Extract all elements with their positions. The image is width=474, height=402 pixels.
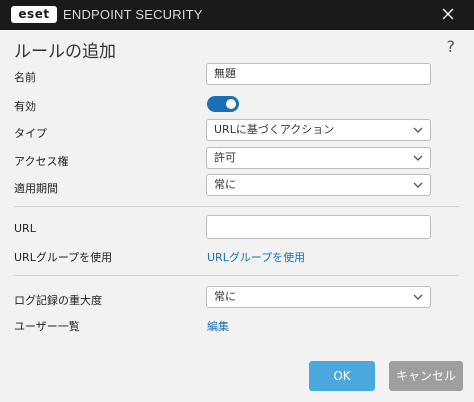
edit-users-link[interactable]: 編集 xyxy=(207,318,229,334)
dialog-title: ルールの追加 xyxy=(14,42,116,62)
log-severity-select[interactable]: 常に xyxy=(206,286,431,308)
period-label: 適用期間 xyxy=(14,182,58,195)
close-icon xyxy=(442,8,454,20)
access-label: アクセス権 xyxy=(14,155,69,168)
title-bar: eset ENDPOINT SECURITY xyxy=(0,0,474,30)
access-select[interactable]: 許可 xyxy=(206,147,431,169)
eset-logo: eset xyxy=(11,6,57,23)
toggle-knob xyxy=(226,99,236,109)
url-group-label: URLグループを使用 xyxy=(14,251,113,264)
type-label: タイプ xyxy=(14,127,47,140)
type-select[interactable]: URLに基づくアクション xyxy=(206,119,431,141)
product-name: ENDPOINT SECURITY xyxy=(63,7,203,22)
name-input[interactable]: 無題 xyxy=(206,63,431,85)
url-label: URL xyxy=(14,222,36,235)
close-button[interactable] xyxy=(440,6,456,22)
cancel-button[interactable]: キャンセル xyxy=(389,361,463,391)
enabled-toggle[interactable] xyxy=(207,96,239,112)
type-select-value: URLに基づくアクション xyxy=(214,123,335,136)
chevron-down-icon xyxy=(413,155,423,161)
chevron-down-icon xyxy=(413,182,423,188)
period-select-value: 常に xyxy=(214,178,236,191)
log-severity-label: ログ記録の重大度 xyxy=(14,294,102,307)
ok-button[interactable]: OK xyxy=(309,361,375,391)
help-icon[interactable]: ? xyxy=(447,37,456,56)
log-severity-select-value: 常に xyxy=(214,290,236,303)
eset-logo-text: eset xyxy=(11,6,57,23)
chevron-down-icon xyxy=(413,294,423,300)
add-rule-dialog: eset ENDPOINT SECURITY ルールの追加 ? 名前 無題 有効… xyxy=(0,0,474,402)
divider xyxy=(14,206,459,207)
url-group-link[interactable]: URLグループを使用 xyxy=(207,249,305,265)
enabled-label: 有効 xyxy=(14,100,36,113)
users-label: ユーザー一覧 xyxy=(14,320,80,333)
name-label: 名前 xyxy=(14,71,36,84)
chevron-down-icon xyxy=(413,127,423,133)
access-select-value: 許可 xyxy=(214,151,236,164)
divider xyxy=(14,275,459,276)
url-input[interactable] xyxy=(206,215,431,239)
period-select[interactable]: 常に xyxy=(206,174,431,196)
